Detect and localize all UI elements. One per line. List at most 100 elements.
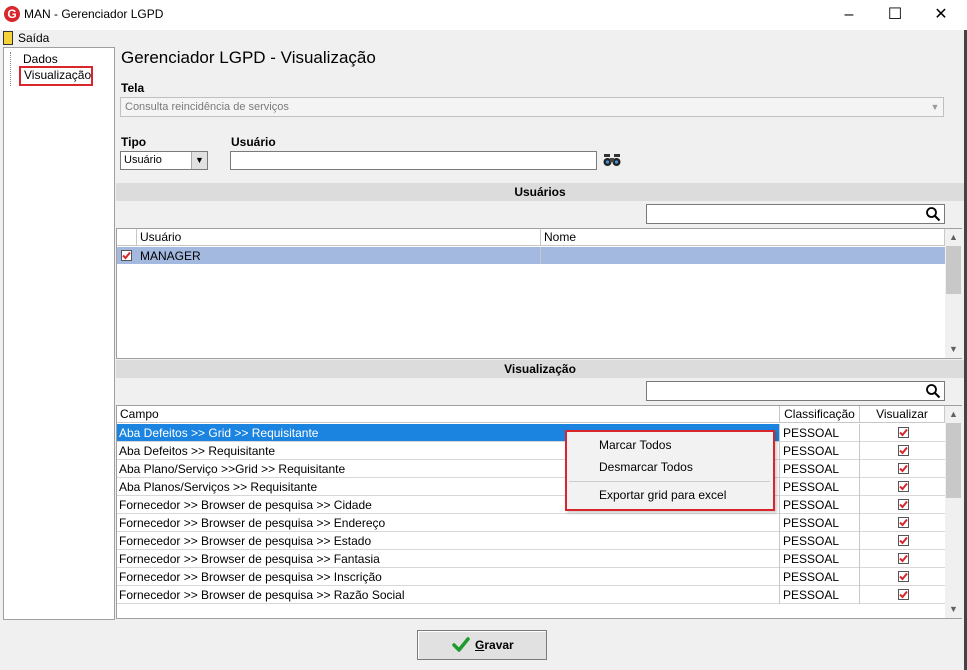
campo-cell: Fornecedor >> Browser de pesquisa >> Fan… xyxy=(119,552,380,566)
column-divider xyxy=(779,496,780,514)
table-row[interactable]: Fornecedor >> Browser de pesquisa >> Est… xyxy=(117,532,945,550)
scroll-down-icon[interactable]: ▼ xyxy=(945,601,962,618)
table-row[interactable]: Aba Planos/Serviços >> Requisitante PESSO… xyxy=(117,478,945,496)
campo-cell: Fornecedor >> Browser de pesquisa >> End… xyxy=(119,516,386,530)
column-divider xyxy=(859,568,860,586)
ctx-marcar-todos[interactable]: Marcar Todos xyxy=(599,438,671,452)
grid-header-campo[interactable]: Campo xyxy=(117,406,780,423)
classificacao-cell: PESSOAL xyxy=(783,552,840,566)
user-checkbox[interactable] xyxy=(121,250,132,261)
ctx-exportar-excel[interactable]: Exportar grid para excel xyxy=(599,488,726,502)
column-divider xyxy=(779,568,780,586)
campo-cell: Aba Defeitos >> Grid >> Requisitante xyxy=(119,426,319,440)
scroll-thumb[interactable] xyxy=(946,246,961,294)
visualizar-checkbox[interactable] xyxy=(898,499,909,510)
table-row[interactable] xyxy=(117,247,945,264)
column-divider xyxy=(779,460,780,478)
menu-exit[interactable]: Saída xyxy=(18,31,49,45)
classificacao-cell: PESSOAL xyxy=(783,570,840,584)
search-icon[interactable] xyxy=(925,383,941,399)
usuarios-search-input[interactable] xyxy=(646,204,945,224)
column-divider xyxy=(540,247,541,264)
campo-cell: Fornecedor >> Browser de pesquisa >> Cid… xyxy=(119,498,372,512)
grid-header-nome[interactable]: Nome xyxy=(541,229,945,246)
table-row[interactable]: Aba Defeitos >> Grid >> Requisitante PESS… xyxy=(117,424,945,442)
ctx-desmarcar-todos[interactable]: Desmarcar Todos xyxy=(599,460,693,474)
classificacao-cell: PESSOAL xyxy=(783,444,840,458)
classificacao-cell: PESSOAL xyxy=(783,462,840,476)
tree-item-dados[interactable]: Dados xyxy=(23,52,58,66)
menu-divider xyxy=(569,481,770,482)
usuarios-section-header: Usuários xyxy=(116,183,964,201)
campo-cell: Aba Plano/Serviço >>Grid >> Requisitante xyxy=(119,462,346,476)
visualizar-checkbox[interactable] xyxy=(898,535,909,546)
campo-cell: Fornecedor >> Browser de pesquisa >> Ins… xyxy=(119,570,382,584)
tela-select[interactable]: Consulta reincidência de serviços xyxy=(120,97,944,117)
column-divider xyxy=(779,586,780,604)
visualizar-checkbox[interactable] xyxy=(898,427,909,438)
table-row[interactable]: Fornecedor >> Browser de pesquisa >> Fan… xyxy=(117,550,945,568)
table-row[interactable]: Fornecedor >> Browser de pesquisa >> End… xyxy=(117,514,945,532)
menu-bar xyxy=(0,30,967,47)
table-row[interactable]: Fornecedor >> Browser de pesquisa >> Ins… xyxy=(117,568,945,586)
column-divider xyxy=(779,532,780,550)
grid-header-visualizar[interactable]: Visualizar xyxy=(860,406,945,423)
visualizar-checkbox[interactable] xyxy=(898,589,909,600)
visualizar-checkbox[interactable] xyxy=(898,481,909,492)
column-divider xyxy=(779,424,780,442)
user-usuario-cell: MANAGER xyxy=(140,249,201,263)
page-title: Gerenciador LGPD - Visualização xyxy=(121,48,376,67)
visualizar-checkbox[interactable] xyxy=(898,445,909,456)
close-button[interactable]: ✕ xyxy=(918,0,964,30)
classificacao-cell: PESSOAL xyxy=(783,498,840,512)
classificacao-cell: PESSOAL xyxy=(783,480,840,494)
column-divider xyxy=(859,514,860,532)
tree-connector xyxy=(10,52,11,86)
column-divider xyxy=(859,460,860,478)
tela-label: Tela xyxy=(121,81,145,95)
binoculars-search-icon[interactable] xyxy=(603,152,621,169)
save-button-label: Gravar xyxy=(475,638,514,652)
grid-header-check xyxy=(117,229,137,246)
tree-item-visualizacao[interactable]: Visualização xyxy=(19,66,93,86)
campo-cell: Aba Defeitos >> Requisitante xyxy=(119,444,276,458)
search-icon[interactable] xyxy=(925,206,941,222)
scroll-thumb[interactable] xyxy=(946,423,961,498)
scroll-down-icon[interactable]: ▼ xyxy=(945,341,962,358)
table-row[interactable]: Aba Defeitos >> Requisitante PESSOAL xyxy=(117,442,945,460)
visualizacao-section-header: Visualização xyxy=(116,360,964,378)
chevron-down-icon[interactable]: ▼ xyxy=(928,99,942,115)
scroll-up-icon[interactable]: ▲ xyxy=(945,229,962,246)
table-row[interactable]: Fornecedor >> Browser de pesquisa >> Cid… xyxy=(117,496,945,514)
column-divider xyxy=(859,424,860,442)
column-divider xyxy=(779,442,780,460)
column-divider xyxy=(779,514,780,532)
column-divider xyxy=(859,532,860,550)
column-divider xyxy=(859,496,860,514)
classificacao-cell: PESSOAL xyxy=(783,516,840,530)
visualizar-checkbox[interactable] xyxy=(898,571,909,582)
classificacao-cell: PESSOAL xyxy=(783,588,840,602)
window-title: MAN - Gerenciador LGPD xyxy=(24,7,164,21)
grid-header-classificacao[interactable]: Classificação xyxy=(780,406,860,423)
minimize-button[interactable]: – xyxy=(826,0,872,30)
visualizar-checkbox[interactable] xyxy=(898,553,909,564)
app-logo-icon: G xyxy=(4,6,20,22)
campo-cell: Fornecedor >> Browser de pesquisa >> Est… xyxy=(119,534,372,548)
tipo-label: Tipo xyxy=(121,135,147,149)
table-row[interactable]: Fornecedor >> Browser de pesquisa >> Raz… xyxy=(117,586,945,604)
usuario-input[interactable] xyxy=(230,151,597,170)
grid-header-usuario[interactable]: Usuário xyxy=(137,229,541,246)
visualizar-checkbox[interactable] xyxy=(898,463,909,474)
exit-door-icon xyxy=(3,31,13,45)
column-divider xyxy=(859,478,860,496)
checkmark-icon xyxy=(452,636,470,654)
table-row[interactable]: Aba Plano/Serviço >>Grid >> Requisitante… xyxy=(117,460,945,478)
classificacao-cell: PESSOAL xyxy=(783,534,840,548)
visualizacao-search-input[interactable] xyxy=(646,381,945,401)
campo-cell: Fornecedor >> Browser de pesquisa >> Raz… xyxy=(119,588,405,602)
chevron-down-icon[interactable]: ▼ xyxy=(191,152,207,169)
visualizar-checkbox[interactable] xyxy=(898,517,909,528)
scroll-up-icon[interactable]: ▲ xyxy=(945,406,962,423)
maximize-button[interactable]: ☐ xyxy=(872,0,918,30)
